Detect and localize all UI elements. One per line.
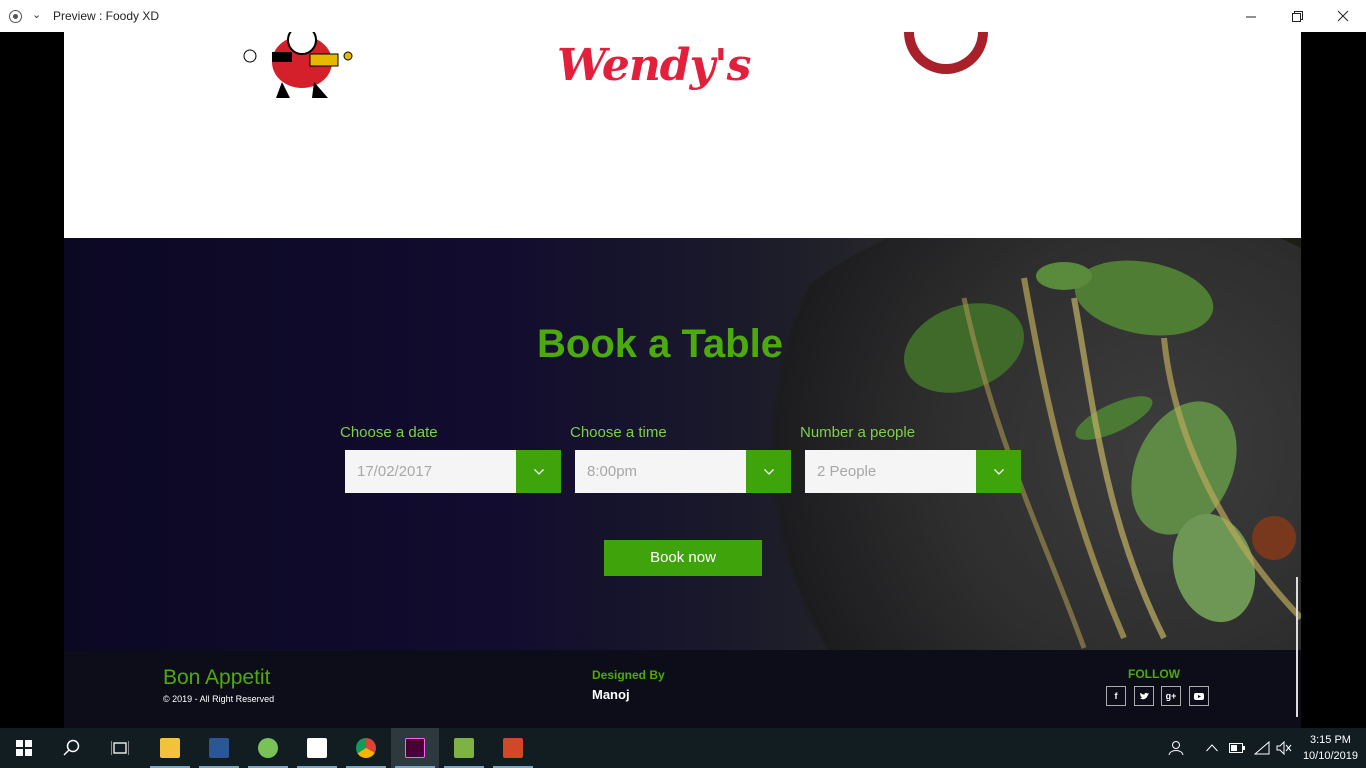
task-view-button[interactable] [96,728,144,768]
adobe-xd-button[interactable] [391,728,439,768]
android-studio-button[interactable] [244,728,292,768]
window-titlebar: ⌄ Preview : Foody XD [0,0,1366,32]
file-explorer-button[interactable] [146,728,194,768]
window-title: Preview : Foody XD [53,9,160,23]
record-icon[interactable] [9,10,22,23]
minimize-button[interactable] [1228,0,1274,32]
book-now-button[interactable]: Book now [604,540,762,576]
search-button[interactable] [48,728,96,768]
photos-button[interactable] [293,728,341,768]
battery-icon[interactable] [1229,728,1245,768]
close-button[interactable] [1320,0,1366,32]
time-dropdown-button[interactable] [746,450,791,493]
basil-decoration-image [903,260,1301,649]
date-select[interactable]: 17/02/2017 [345,450,561,493]
people-dropdown-button[interactable] [976,450,1021,493]
designed-by-label: Designed By [592,668,665,682]
powerpoint-icon [503,738,523,758]
clock-time: 3:15 PM [1309,734,1351,746]
footer-brand: Bon Appetit [163,666,271,689]
twitter-icon[interactable] [1134,686,1154,706]
chipotle-logo-text: XICAN GR [920,38,958,44]
book-table-section: Book a Table Choose a date 17/02/2017 Ch… [64,238,1301,650]
date-dropdown-button[interactable] [516,450,561,493]
windows-start-button[interactable] [0,728,48,768]
designer-name: Manoj [592,687,630,702]
site-footer: Bon Appetit © 2019 - All Right Reserved … [64,650,1301,728]
people-label: Number a people [800,424,916,441]
photos-icon [307,738,327,758]
chevron-down-icon [763,468,774,475]
powerpoint-button[interactable] [489,728,537,768]
close-icon [1337,10,1349,22]
wendys-logo: Wendy's [547,32,751,124]
wifi-icon[interactable] [1254,728,1270,768]
foody-page: Wendy's XICAN GR Book a Table Choose a d… [64,32,1301,728]
people-icon[interactable] [1168,728,1186,768]
chevron-up-icon[interactable] [1206,728,1218,768]
wendys-logo-text: Wendy's [557,40,751,91]
time-label: Choose a time [570,424,667,441]
date-value[interactable]: 17/02/2017 [345,450,516,493]
search-icon [63,739,80,756]
windows-start-icon [16,740,32,756]
mascot-image [243,32,353,98]
windows-taskbar: 3:15 PM 10/10/2019 [0,728,1366,768]
word-button[interactable] [195,728,243,768]
copyright-text: © 2019 - All Right Reserved [163,694,275,704]
adobe-xd-icon [405,738,425,758]
people-value[interactable]: 2 People [805,450,976,493]
minimize-icon [1245,16,1256,17]
chevron-down-icon[interactable]: ⌄ [32,8,41,21]
time-select[interactable]: 8:00pm [575,450,791,493]
chrome-button[interactable] [342,728,390,768]
android-studio-icon [258,738,278,758]
preview-canvas: Wendy's XICAN GR Book a Table Choose a d… [0,32,1366,728]
clock-date: 10/10/2019 [1302,750,1358,762]
chevron-down-icon [533,468,544,475]
chrome-icon [356,738,376,758]
task-view-icon [111,741,129,755]
date-label: Choose a date [340,424,438,441]
app-button[interactable] [440,728,488,768]
twitter-bird-icon [1140,692,1149,699]
system-clock[interactable]: 3:15 PM 10/10/2019 [1303,732,1358,764]
word-icon [209,738,229,758]
chevron-down-icon [993,468,1004,475]
mascot-logo [232,32,405,116]
people-select[interactable]: 2 People [805,450,1021,493]
google-plus-icon[interactable]: g+ [1161,686,1181,706]
chipotle-logo: XICAN GR [858,32,1036,102]
book-table-heading: Book a Table [537,322,783,366]
restore-icon [1291,10,1303,22]
time-value[interactable]: 8:00pm [575,450,746,493]
brand-logos-section: Wendy's XICAN GR [64,32,1301,238]
restore-button[interactable] [1274,0,1320,32]
file-explorer-icon [160,738,180,758]
youtube-play-icon [1194,693,1204,700]
app-icon [454,738,474,758]
volume-muted-icon[interactable] [1276,728,1292,768]
follow-label: FOLLOW [1128,667,1180,681]
vertical-scrollbar[interactable] [1296,577,1298,717]
facebook-icon[interactable]: f [1106,686,1126,706]
youtube-icon[interactable] [1189,686,1209,706]
